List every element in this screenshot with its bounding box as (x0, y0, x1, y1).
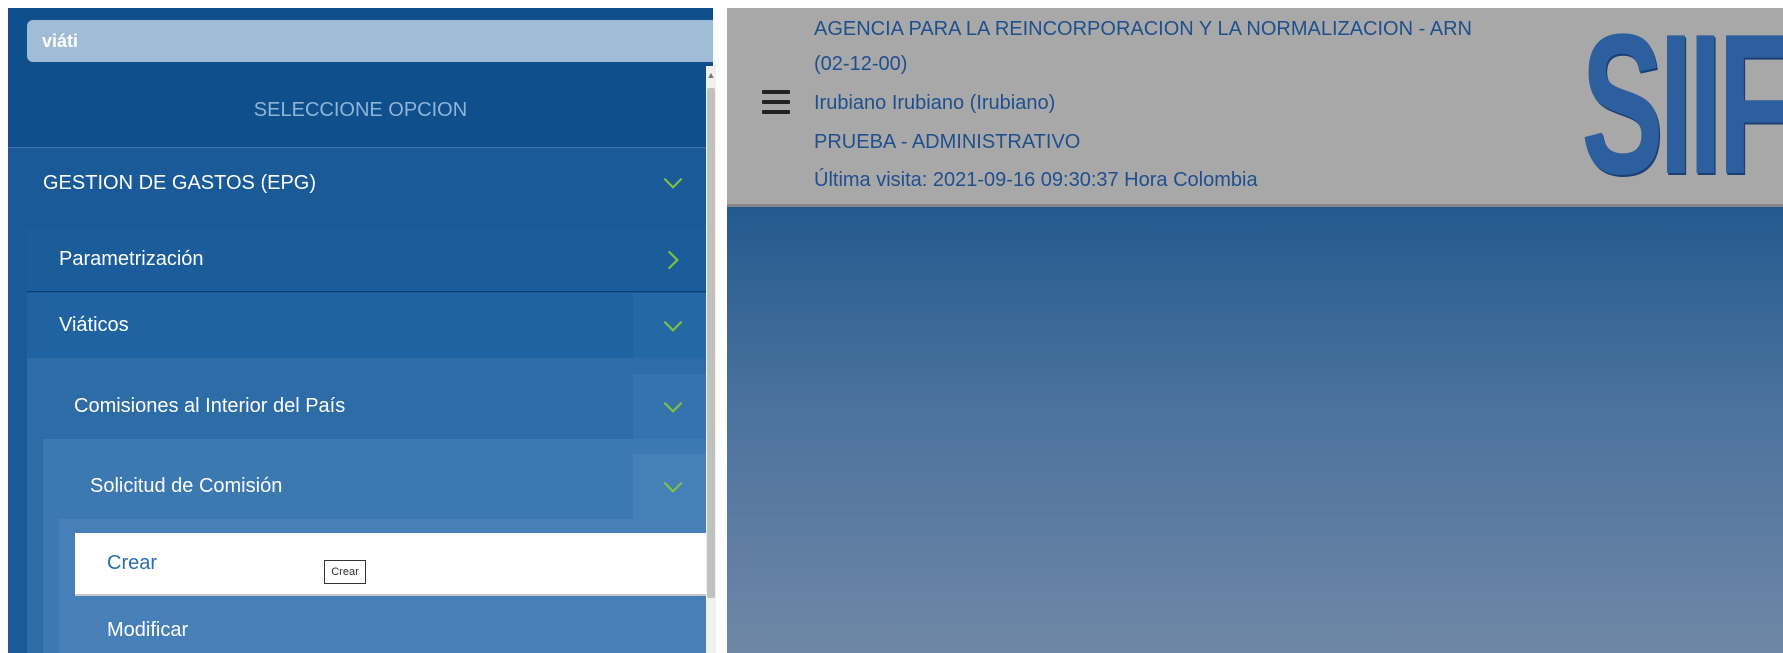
menu-item-modificar[interactable]: Modificar (75, 600, 713, 653)
chevron-right-icon[interactable] (633, 228, 713, 292)
agency-name: AGENCIA PARA LA REINCORPORACION Y LA NOR… (814, 18, 1472, 40)
user-name: Irubiano Irubiano (Irubiano) (814, 92, 1056, 114)
menu-search-input[interactable]: viáti (27, 20, 713, 62)
menu-item-solicitud-comision[interactable]: Solicitud de Comisión (59, 454, 713, 519)
menu-item-label: Viáticos (59, 314, 129, 336)
menu-item-label: Parametrización (59, 248, 204, 270)
menu-item-comisiones-interior[interactable]: Comisiones al Interior del País (43, 374, 713, 439)
agency-code: (02-12-00) (814, 53, 908, 75)
last-visit: Última visita: 2021-09-16 09:30:37 Hora … (814, 169, 1258, 191)
menu-item-viaticos[interactable]: Viáticos (27, 293, 713, 358)
sidebar-scrollbar[interactable]: ▲ (706, 66, 716, 653)
menu-item-crear[interactable]: Crear (75, 533, 713, 596)
chevron-down-icon (633, 374, 713, 439)
menu-item-label: Solicitud de Comisión (90, 475, 283, 497)
search-container: viáti (8, 8, 713, 74)
tooltip: Crear (324, 560, 366, 584)
scroll-up-icon[interactable]: ▲ (706, 70, 716, 80)
menu-item-label: Modificar (107, 618, 189, 641)
hamburger-menu-icon[interactable] (762, 90, 790, 114)
chevron-down-icon (633, 293, 713, 358)
select-option-heading: SELECCIONE OPCION (8, 74, 713, 148)
page-header: AGENCIA PARA LA REINCORPORACION Y LA NOR… (727, 8, 1783, 207)
environment-label: PRUEBA - ADMINISTRATIVO (814, 131, 1081, 153)
menu-item-label: Comisiones al Interior del País (74, 395, 346, 417)
navigation-sidebar: viáti SELECCIONE OPCION GESTION DE GASTO… (8, 8, 713, 653)
siif-logo: SIIF (1581, 16, 1783, 194)
comisiones-expand-button[interactable] (633, 374, 713, 439)
menu-item-label: Crear (107, 552, 158, 574)
chevron-down-icon (633, 454, 713, 519)
scrollbar-thumb[interactable] (707, 88, 715, 598)
menu-item-gestion-gastos[interactable]: GESTION DE GASTOS (EPG) (8, 148, 713, 218)
menu-item-parametrizacion[interactable]: Parametrización (27, 228, 713, 292)
menu-item-label: GESTION DE GASTOS (EPG) (43, 171, 317, 194)
solicitud-expand-button[interactable] (633, 454, 713, 519)
chevron-down-icon[interactable] (633, 148, 713, 218)
viaticos-expand-button[interactable] (633, 293, 713, 358)
main-content-area (727, 207, 1783, 653)
